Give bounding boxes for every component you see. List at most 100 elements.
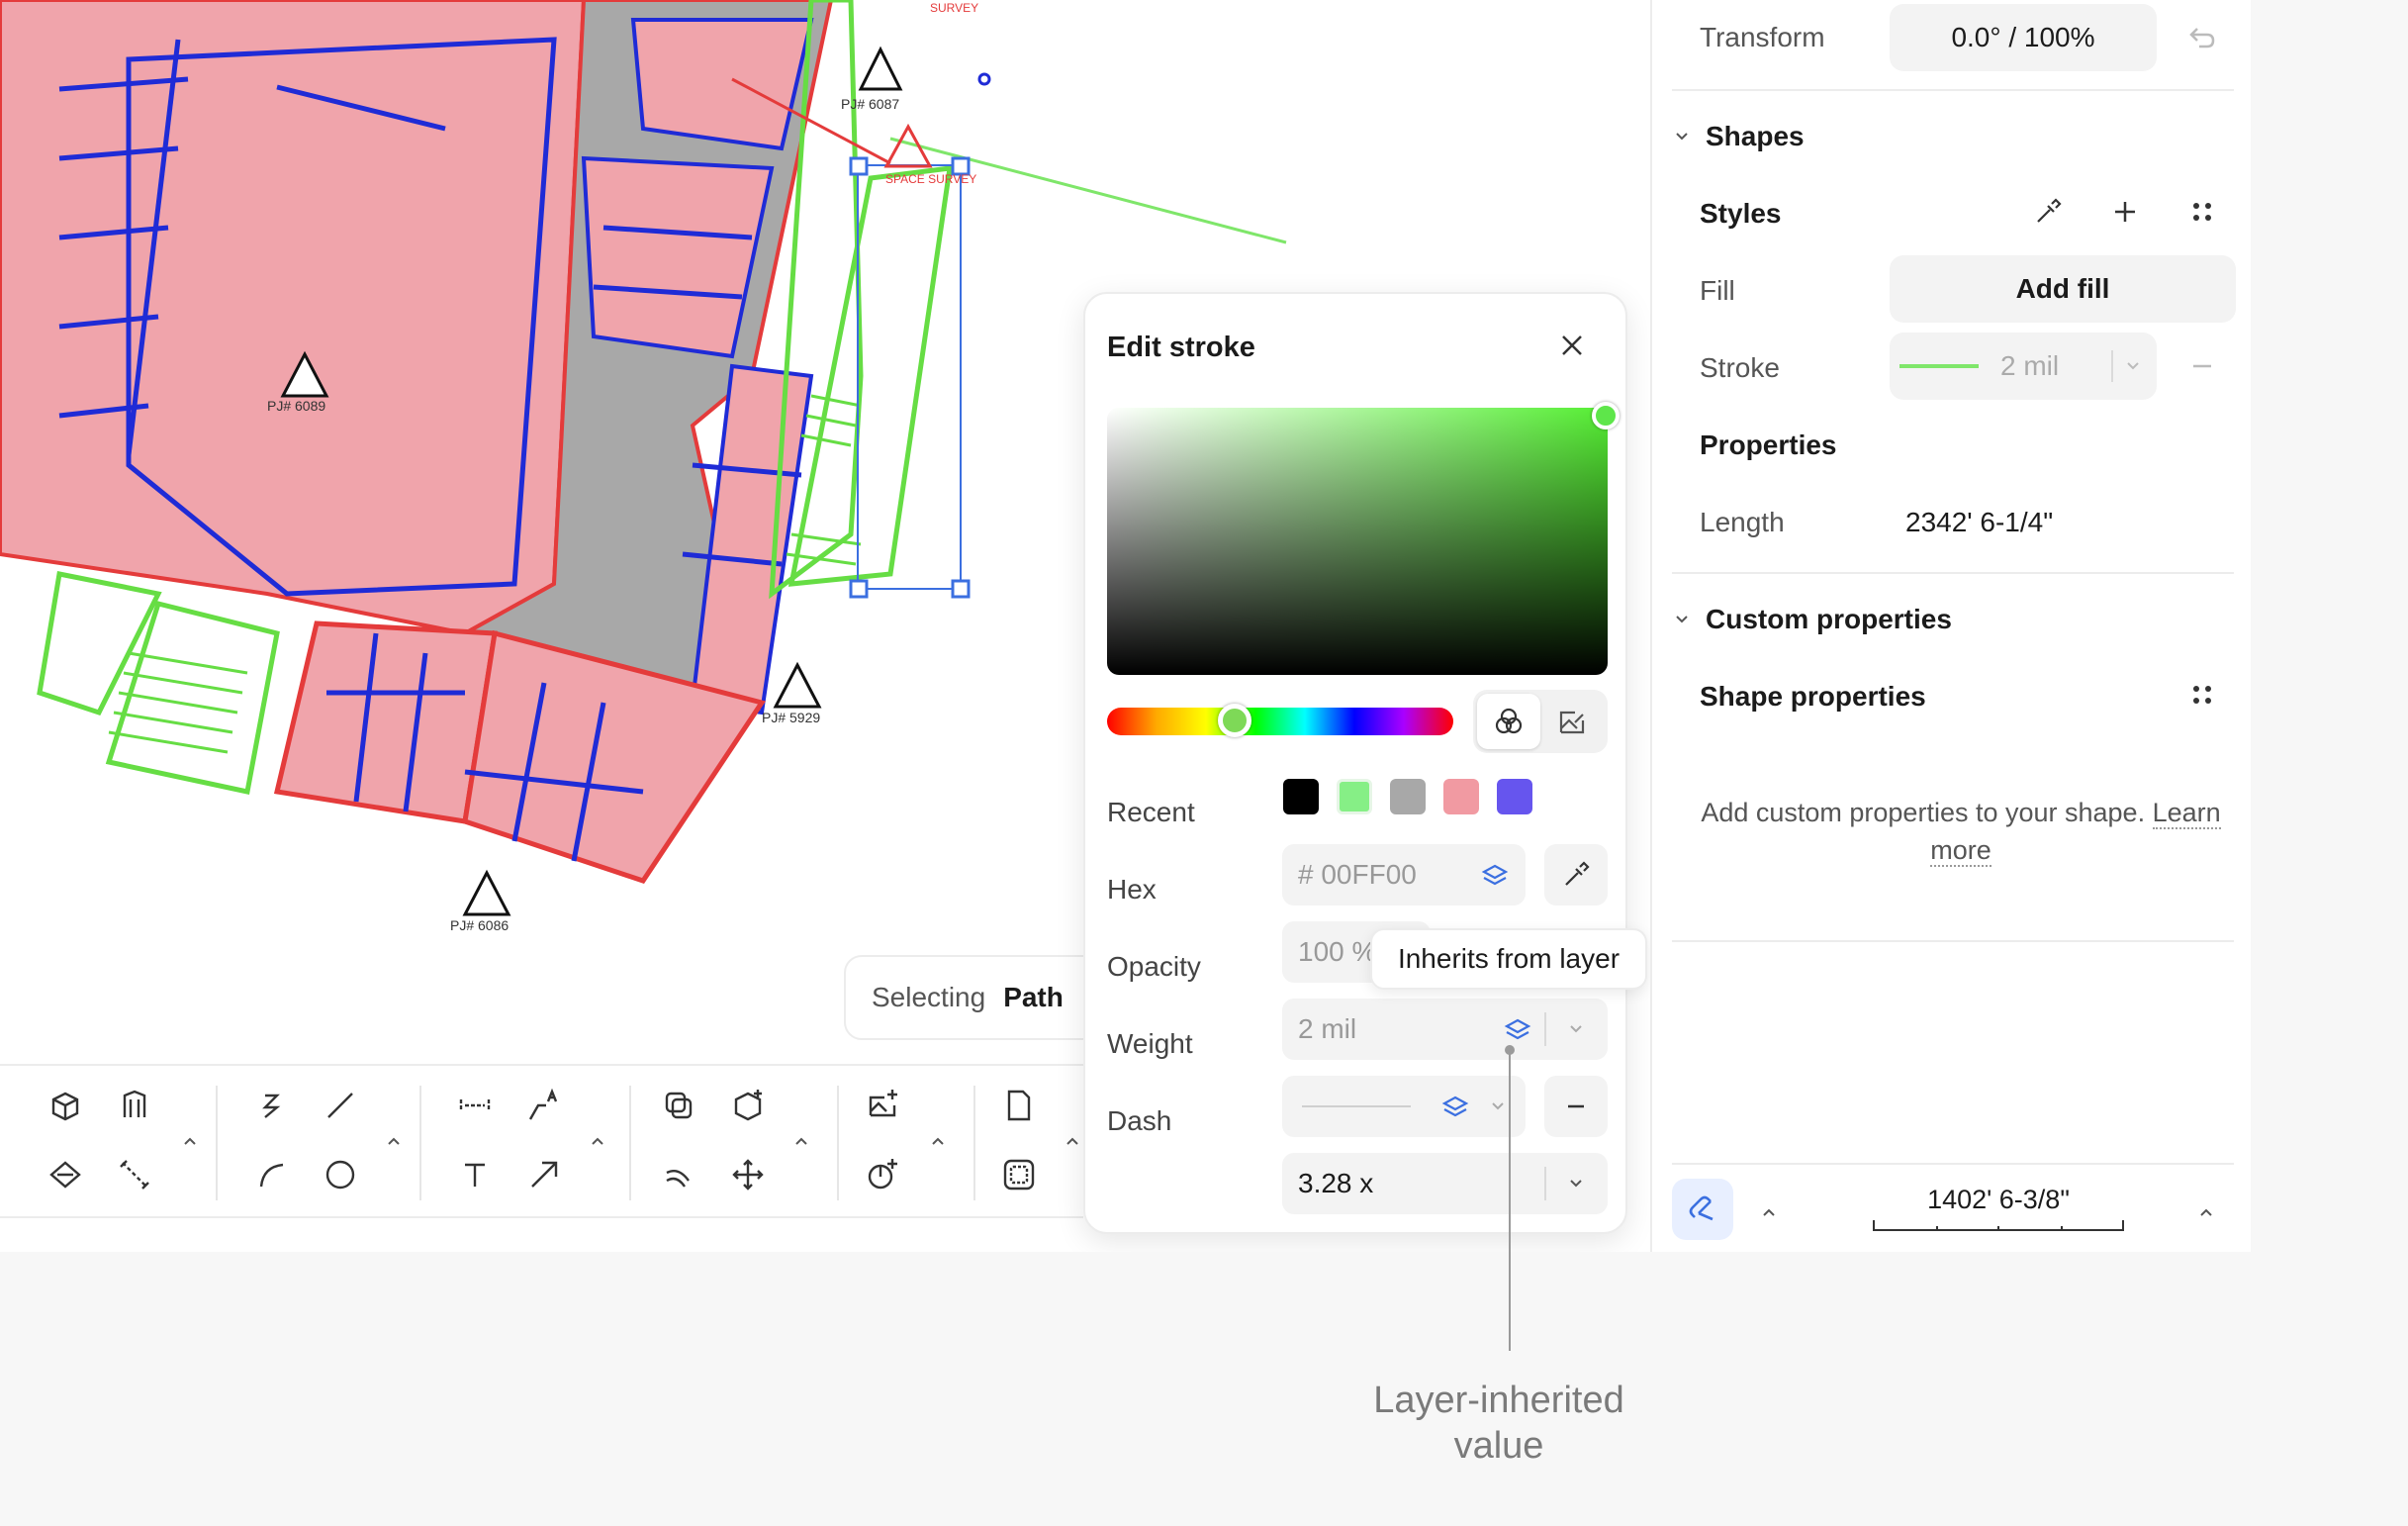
chevron-up-icon[interactable] xyxy=(384,1131,404,1151)
hue-slider-handle[interactable] xyxy=(1218,704,1251,737)
chevron-up-icon[interactable] xyxy=(791,1131,811,1151)
chevron-down-icon[interactable] xyxy=(1566,1019,1586,1039)
remove-dash-icon[interactable] xyxy=(1544,1076,1608,1137)
chevron-up-icon[interactable] xyxy=(588,1131,607,1151)
space-survey-label: SPACE SURVEY xyxy=(885,172,976,186)
chevron-up-icon[interactable] xyxy=(2196,1202,2216,1222)
marker-label-6089: PJ# 6089 xyxy=(267,398,325,414)
recent-swatch-black[interactable] xyxy=(1283,779,1319,814)
point-marker xyxy=(977,72,991,86)
color-mode-icon[interactable] xyxy=(1477,694,1540,749)
line-icon[interactable] xyxy=(321,1086,370,1135)
app-window: PJ# 6087 PJ# 6089 PJ# 5929 PJ# 6086 SPAC… xyxy=(0,0,2251,1252)
stroke-value: 2 mil xyxy=(2000,350,2060,381)
custom-properties-header[interactable]: Custom properties xyxy=(1706,604,1952,635)
chevron-up-icon[interactable] xyxy=(928,1131,948,1151)
panel-footer: 1402' 6-3/8" xyxy=(1672,1163,2234,1252)
marker-label-6087: PJ# 6087 xyxy=(841,96,899,112)
layer-inherit-icon[interactable] xyxy=(1503,1014,1532,1044)
chevron-down-icon[interactable] xyxy=(2123,356,2143,376)
popover-title: Edit stroke xyxy=(1107,332,1255,363)
page-icon[interactable] xyxy=(999,1086,1049,1135)
chevron-down-icon[interactable] xyxy=(1488,1097,1508,1116)
chevron-up-icon[interactable] xyxy=(1759,1202,1779,1222)
shapes-section-header[interactable]: Shapes xyxy=(1706,121,1805,152)
remove-stroke-icon[interactable] xyxy=(2180,344,2224,388)
grid-dots-icon[interactable] xyxy=(2180,673,2224,716)
add-fill-button[interactable]: Add fill xyxy=(1890,255,2236,323)
text-icon[interactable] xyxy=(455,1155,505,1204)
saturation-value-picker[interactable] xyxy=(1107,402,1620,675)
cube-icon[interactable] xyxy=(46,1086,95,1135)
annotation-dot xyxy=(1505,1045,1515,1055)
grid-dots-icon[interactable] xyxy=(2180,190,2224,234)
recent-swatch-green[interactable] xyxy=(1337,779,1372,814)
scale-readout: 1402' 6-3/8" xyxy=(1927,1185,2070,1214)
transform-value: 0.0° / 100% xyxy=(1951,22,2095,52)
stroke-field[interactable]: 2 mil xyxy=(1890,333,2157,400)
weight-input[interactable]: 2 mil xyxy=(1282,999,1608,1060)
hex-input[interactable]: # 00FF00 xyxy=(1282,844,1526,906)
weight-value: 2 mil xyxy=(1298,1013,1357,1044)
stroke-swatch xyxy=(1899,364,1979,368)
snap-icon[interactable] xyxy=(1672,1179,1733,1240)
annotation-callout: Layer-inherited value xyxy=(1306,1378,1692,1469)
add-icon[interactable] xyxy=(2103,190,2147,234)
field-divider xyxy=(2111,350,2113,382)
layer-inherit-icon[interactable] xyxy=(1440,1092,1470,1121)
eyedropper-icon[interactable] xyxy=(1544,844,1608,906)
recent-label: Recent xyxy=(1107,797,1195,827)
recent-swatch-gray[interactable] xyxy=(1390,779,1426,814)
arc-icon[interactable] xyxy=(251,1155,301,1204)
image-mode-icon[interactable] xyxy=(1540,694,1604,749)
scale-input[interactable]: 3.28 x xyxy=(1282,1153,1608,1214)
ai-image-icon[interactable] xyxy=(863,1086,912,1135)
transform-field[interactable]: 0.0° / 100% xyxy=(1890,4,2157,71)
transform-label: Transform xyxy=(1700,22,1825,52)
arrow-icon[interactable] xyxy=(524,1155,574,1204)
selection-status-label: Selecting xyxy=(872,982,986,1012)
extrude-icon[interactable] xyxy=(115,1086,164,1135)
shape-properties-label: Shape properties xyxy=(1700,681,1926,712)
chevron-down-icon[interactable] xyxy=(1672,610,1692,629)
scale-value: 3.28 x xyxy=(1298,1168,1374,1198)
eyedropper-icon[interactable] xyxy=(2026,190,2070,234)
chevron-up-icon[interactable] xyxy=(1063,1131,1082,1151)
chevron-up-icon[interactable] xyxy=(180,1131,200,1151)
undo-icon[interactable] xyxy=(2180,16,2224,59)
chevron-down-icon[interactable] xyxy=(1566,1174,1586,1193)
move-icon[interactable] xyxy=(728,1155,778,1204)
color-picker-handle[interactable] xyxy=(1592,402,1620,429)
opacity-value: 100 % xyxy=(1298,936,1377,967)
selection-status-value: Path xyxy=(1003,982,1064,1012)
dash-select[interactable] xyxy=(1282,1076,1526,1137)
dash-preview xyxy=(1302,1105,1411,1107)
layer-inherit-icon[interactable] xyxy=(1480,860,1510,890)
hex-label: Hex xyxy=(1107,874,1157,905)
recent-swatch-purple[interactable] xyxy=(1497,779,1532,814)
hex-value: # 00FF00 xyxy=(1298,859,1417,890)
copy-icon[interactable] xyxy=(659,1086,708,1135)
chevron-down-icon[interactable] xyxy=(1672,127,1692,146)
selection-status: Selecting Path xyxy=(844,955,1101,1040)
leader-icon[interactable] xyxy=(524,1086,574,1135)
scale-bar xyxy=(1873,1220,2124,1231)
hue-slider[interactable] xyxy=(1107,704,1453,737)
fill-label: Fill xyxy=(1700,275,1735,306)
annotation-line-1: Layer-inherited xyxy=(1373,1380,1624,1421)
close-icon[interactable] xyxy=(1550,324,1594,367)
lightning-icon[interactable] xyxy=(251,1086,301,1135)
dimension-icon[interactable] xyxy=(455,1086,505,1135)
recent-swatch-pink[interactable] xyxy=(1443,779,1479,814)
toolbar-divider xyxy=(973,1086,975,1200)
box-add-icon[interactable] xyxy=(728,1086,778,1135)
offset-icon[interactable] xyxy=(659,1155,708,1204)
polygon-icon[interactable] xyxy=(46,1155,95,1204)
ai-symbol-icon[interactable] xyxy=(863,1155,912,1204)
marker-label-6086: PJ# 6086 xyxy=(450,917,509,933)
survey-label: SURVEY xyxy=(930,1,978,15)
frame-icon[interactable] xyxy=(999,1155,1049,1204)
measure-icon[interactable] xyxy=(115,1155,164,1204)
empty-note-text: Add custom properties to your shape. xyxy=(1701,798,2146,827)
circle-icon[interactable] xyxy=(321,1155,370,1204)
